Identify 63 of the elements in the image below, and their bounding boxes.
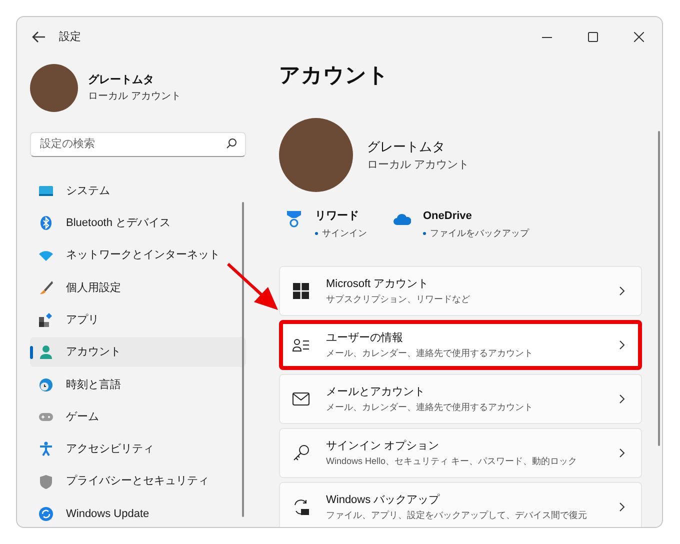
system-icon <box>38 183 54 199</box>
windows-logo-icon <box>292 282 310 300</box>
user-name: グレートムタ <box>88 73 155 88</box>
chevron-right-icon <box>619 502 625 512</box>
chevron-right-icon <box>619 340 625 350</box>
nav-item[interactable]: プライバシーとセキュリティ <box>30 466 246 497</box>
account-type: ローカル アカウント <box>88 90 181 104</box>
card-subtitle: ファイル、アプリ、設定をバックアップして、デバイス間で復元 <box>326 508 588 522</box>
maximize-icon <box>588 32 598 42</box>
chevron-right-icon <box>619 448 625 458</box>
shield-icon <box>38 474 54 490</box>
medal-icon <box>285 210 303 228</box>
backup-icon <box>292 498 310 516</box>
account-type: ローカル アカウント <box>367 158 470 172</box>
nav-item[interactable]: ネットワークとインターネット <box>30 240 246 271</box>
card-title: Windows バックアップ <box>326 492 441 508</box>
search-icon <box>226 138 237 149</box>
card-subtitle: メール、カレンダー、連絡先で使用するアカウント <box>326 400 534 414</box>
minimize-icon <box>542 36 552 38</box>
chevron-right-icon <box>619 286 625 296</box>
settings-card[interactable]: メールとアカウント メール、カレンダー、連絡先で使用するアカウント <box>279 374 642 424</box>
settings-card[interactable]: ユーザーの情報 メール、カレンダー、連絡先で使用するアカウント <box>279 320 642 370</box>
service-status[interactable]: サインイン <box>322 226 367 240</box>
settings-card[interactable]: サインイン オプション Windows Hello、セキュリティ キー、パスワード、動的ロック <box>279 428 642 478</box>
refresh-icon <box>38 506 54 522</box>
scrollbar[interactable] <box>658 131 660 446</box>
avatar-photo <box>30 64 78 112</box>
chevron-right-icon <box>619 394 625 404</box>
selection-indicator <box>30 346 33 360</box>
bluetooth-icon <box>38 215 54 232</box>
card-title: サインイン オプション <box>326 438 440 454</box>
page-title: アカウント <box>279 63 390 89</box>
settings-card[interactable]: Windows バックアップ ファイル、アプリ、設定をバックアップして、デバイス間で復元 <box>279 482 642 527</box>
user-name: グレートムタ <box>367 138 446 156</box>
card-title: Microsoft アカウント <box>326 277 430 292</box>
globe-clock-icon <box>38 376 54 393</box>
envelope-icon <box>292 390 310 408</box>
nav-item[interactable]: アプリ <box>30 305 246 336</box>
back-arrow-icon <box>32 31 46 43</box>
service-status[interactable]: ファイルをバックアップ <box>430 226 529 240</box>
nav-item[interactable]: アカウント <box>30 337 246 368</box>
close-icon <box>634 32 644 42</box>
person-list-icon <box>292 336 310 354</box>
service-title: リワード <box>315 209 360 224</box>
nav-item[interactable]: システム <box>30 176 246 206</box>
scrollbar[interactable] <box>242 202 244 517</box>
nav-item[interactable]: 個人用設定 <box>30 272 246 303</box>
card-title: ユーザーの情報 <box>326 331 404 346</box>
person-icon <box>38 344 54 360</box>
card-subtitle: Windows Hello、セキュリティ キー、パスワード、動的ロック <box>326 454 578 468</box>
window-title: 設定 <box>59 30 81 45</box>
key-icon <box>292 444 310 462</box>
annotation-arrow <box>226 262 280 312</box>
apps-icon <box>38 312 54 328</box>
accessibility-icon <box>38 441 54 458</box>
search-field[interactable]: 設定の検索 <box>30 132 246 156</box>
card-title: メールとアカウント <box>326 385 426 400</box>
nav-item[interactable]: アクセシビリティ <box>30 434 246 464</box>
brush-icon <box>38 280 54 296</box>
card-subtitle: サブスクリプション、リワードなど <box>326 292 471 306</box>
card-subtitle: メール、カレンダー、連絡先で使用するアカウント <box>326 346 534 360</box>
service-title: OneDrive <box>423 209 473 224</box>
settings-card[interactable]: Microsoft アカウント サブスクリプション、リワードなど <box>279 266 642 316</box>
